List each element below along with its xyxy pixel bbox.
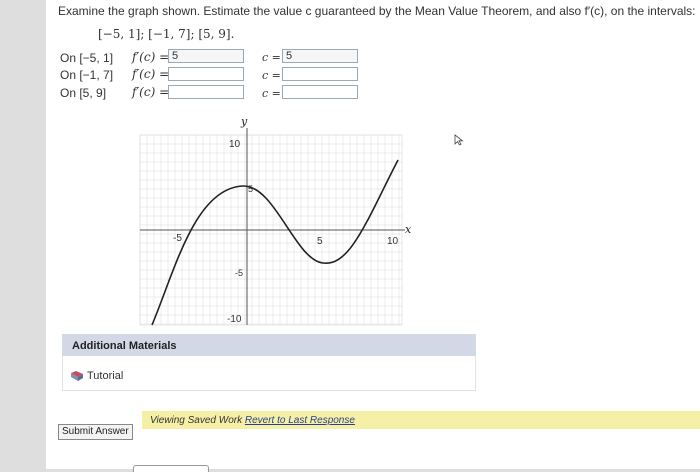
question-prompt: Examine the graph shown. Estimate the va… [58, 4, 696, 18]
x-tick-5: 5 [317, 236, 323, 247]
tutorial-book-icon [70, 370, 84, 382]
revert-link[interactable]: Revert to Last Response [245, 415, 355, 426]
function-graph: x y 10 5 -5 -10 -5 5 10 [139, 115, 412, 326]
y-tick-10: 10 [229, 139, 241, 150]
interval-list: [−5, 1]; [−1, 7]; [5, 9]. [98, 27, 235, 41]
tutorial-label: Tutorial [87, 370, 124, 382]
interval-label-1: On [−5, 1] [60, 51, 114, 65]
y-tick-neg5: -5 [235, 268, 243, 278]
saved-work-banner: Viewing Saved Work Revert to Last Respon… [142, 411, 700, 429]
submit-answer-button[interactable]: Submit Answer [58, 424, 133, 440]
y-tick-neg10: -10 [227, 314, 242, 325]
c-input-1[interactable]: 5 [282, 49, 358, 63]
y-axis-label: y [240, 115, 248, 128]
fprime-input-1[interactable]: 5 [168, 49, 244, 63]
fprime-label-2: f′(c) = [132, 67, 170, 81]
c-label-2: c = [262, 69, 281, 82]
x-tick-10: 10 [387, 236, 399, 247]
fprime-label-3: f′(c) = [132, 85, 170, 99]
c-input-2[interactable] [282, 67, 358, 81]
fprime-label-1: f′(c) = [132, 50, 170, 64]
x-axis-label: x [405, 223, 412, 236]
tutorial-link[interactable]: Tutorial [70, 370, 123, 382]
x-tick-neg5: -5 [173, 233, 182, 244]
saved-work-text: Viewing Saved Work [150, 415, 243, 426]
interval-label-2: On [−1, 7] [60, 68, 114, 82]
fprime-input-3[interactable] [168, 85, 244, 99]
fprime-input-2[interactable] [168, 67, 244, 81]
additional-materials-header: Additional Materials [62, 334, 476, 356]
y-tick-5: 5 [248, 184, 253, 194]
c-label-3: c = [262, 87, 281, 100]
c-input-3[interactable] [282, 85, 358, 99]
additional-materials-body [62, 356, 476, 391]
interval-label-3: On [5, 9] [60, 86, 107, 100]
c-label-1: c = [262, 51, 281, 64]
mouse-cursor-icon [454, 134, 464, 146]
